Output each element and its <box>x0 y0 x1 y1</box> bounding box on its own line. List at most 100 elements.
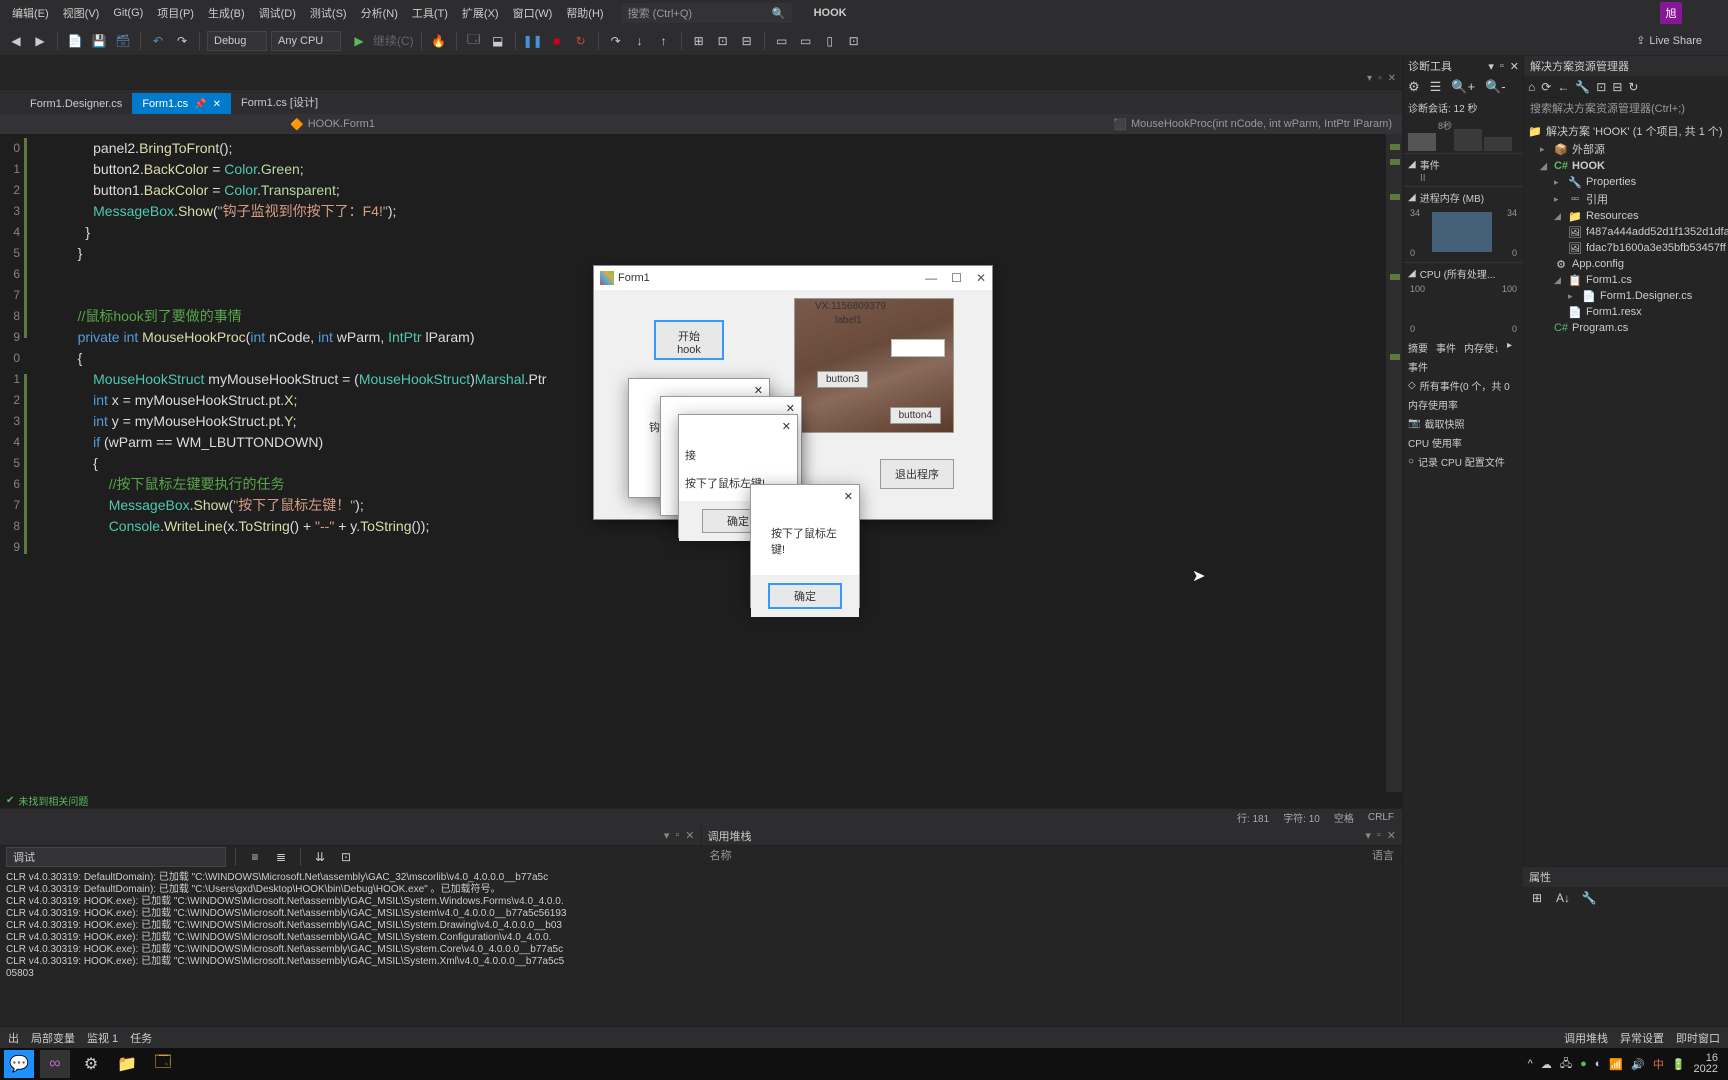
tab-form1-design[interactable]: Form1.cs [设计] <box>231 89 328 114</box>
menu-git[interactable]: Git(G) <box>107 4 149 22</box>
pause-icon[interactable]: ❚❚ <box>523 31 543 51</box>
close-icon[interactable]: ✕ <box>844 490 853 503</box>
ok-button[interactable]: 确定 <box>768 583 842 609</box>
button4[interactable]: button4 <box>890 407 941 424</box>
menu-help[interactable]: 帮助(H) <box>560 2 609 24</box>
restart-icon[interactable]: ↻ <box>571 31 591 51</box>
redo-icon[interactable]: ↷ <box>172 31 192 51</box>
cs-col-lang[interactable]: 语言 <box>1372 847 1394 863</box>
tab-exceptions[interactable]: 异常设置 <box>1620 1030 1664 1046</box>
tray-batt-icon[interactable]: 🔋 <box>1672 1058 1686 1071</box>
menu-debug[interactable]: 调试(D) <box>253 2 302 24</box>
tree-res-file1[interactable]: 🖼f487a444add52d1f1352d1dfa <box>1526 224 1726 240</box>
diag-close-icon[interactable]: ✕ <box>1510 60 1519 73</box>
expand-icon[interactable]: ◢ <box>1408 268 1416 279</box>
taskbar-settings-icon[interactable]: ⚙ <box>76 1050 106 1078</box>
diag-timeline[interactable]: 8秒 <box>1404 117 1523 153</box>
continue-label[interactable]: 继续(C) <box>373 31 414 51</box>
continue-icon[interactable]: ▶ <box>349 31 369 51</box>
output-content[interactable]: CLR v4.0.30319: DefaultDomain): 已加载 "C:\… <box>0 868 701 1026</box>
white-field[interactable] <box>891 339 945 357</box>
diag-tab-more-icon[interactable]: ▸ <box>1507 340 1512 355</box>
tree-form1-designer[interactable]: ▸📄Form1.Designer.cs <box>1526 288 1726 304</box>
fold-gutter[interactable] <box>28 134 46 792</box>
diag-list-icon[interactable]: ☰ <box>1430 79 1442 95</box>
tab-form1-designer[interactable]: Form1.Designer.cs <box>20 93 132 114</box>
maximize-icon[interactable]: ☐ <box>951 271 962 285</box>
diag-tab-mem[interactable]: 内存使↓ <box>1464 340 1499 355</box>
output-clear-icon[interactable]: ≡ <box>245 847 265 867</box>
menu-edit[interactable]: 编辑(E) <box>6 2 55 24</box>
tree-form1[interactable]: ◢📋Form1.cs <box>1526 272 1726 288</box>
tree-res-file2[interactable]: 🖼fdac7b1600a3e35bfb53457ff <box>1526 240 1726 256</box>
tray-net-icon[interactable]: 🖧 <box>1560 1055 1572 1074</box>
tree-resources[interactable]: ◢📁Resources <box>1526 208 1726 224</box>
config-combo[interactable]: Debug <box>207 31 267 51</box>
cs-pin-icon[interactable]: ▫ <box>1377 829 1381 842</box>
minimap[interactable] <box>1386 134 1402 792</box>
taskbar-app1-icon[interactable]: 💬 <box>4 1050 34 1078</box>
sol-home-icon[interactable]: ⌂ <box>1528 80 1535 94</box>
back-icon[interactable]: ◀ <box>6 31 26 51</box>
step-over-icon[interactable]: ↷ <box>606 31 626 51</box>
menu-window[interactable]: 窗口(W) <box>507 2 559 24</box>
sol-props-icon[interactable]: 🔧 <box>1575 80 1590 94</box>
line-ending[interactable]: CRLF <box>1368 812 1394 823</box>
tree-form1-resx[interactable]: 📄Form1.resx <box>1526 304 1726 320</box>
step-icon[interactable]: ⬓ <box>488 31 508 51</box>
form1-titlebar[interactable]: Form1 — ☐ ✕ <box>594 266 992 290</box>
start-hook-button[interactable]: 开始hook <box>654 320 724 360</box>
cpu-chart[interactable]: 100100 00 <box>1408 284 1519 334</box>
diag-row-record[interactable]: ○记录 CPU 配置文件 <box>1404 452 1523 471</box>
tray-icon-2[interactable]: ◐ <box>1595 1058 1602 1070</box>
save-icon[interactable]: 💾 <box>89 31 109 51</box>
sol-collapse-icon[interactable]: ⊟ <box>1612 80 1622 94</box>
cs-close-icon[interactable]: ✕ <box>1387 829 1396 842</box>
diag-zoomin-icon[interactable]: 🔍+ <box>1451 79 1475 95</box>
tb-icon-2[interactable]: ⊡ <box>713 31 733 51</box>
tab-immediate[interactable]: 即时窗口 <box>1676 1030 1720 1046</box>
expand-icon[interactable]: ◢ <box>1408 192 1416 203</box>
close-icon[interactable]: ✕ <box>754 384 763 397</box>
tab-locals[interactable]: 局部变量 <box>31 1030 75 1046</box>
sol-sync-icon[interactable]: ⟳ <box>1541 80 1551 94</box>
tray-up-icon[interactable]: ^ <box>1528 1058 1533 1070</box>
browse-icon[interactable]: 🗔 <box>464 31 484 51</box>
menu-tools[interactable]: 工具(T) <box>406 2 454 24</box>
panel-close2-icon[interactable]: ✕ <box>685 829 694 842</box>
undo-icon[interactable]: ↶ <box>148 31 168 51</box>
platform-combo[interactable]: Any CPU <box>271 31 341 51</box>
diag-pin-icon[interactable]: ▫ <box>1500 60 1504 73</box>
step-into-icon[interactable]: ↓ <box>630 31 650 51</box>
memory-chart[interactable]: 3434 00 <box>1408 208 1519 258</box>
live-share[interactable]: ⇪ Live Share <box>1636 34 1702 47</box>
tb-icon-1[interactable]: ⊞ <box>689 31 709 51</box>
close-icon[interactable]: ✕ <box>786 402 795 415</box>
menu-view[interactable]: 视图(V) <box>57 2 106 24</box>
new-icon[interactable]: 📄 <box>65 31 85 51</box>
tb-icon-4[interactable]: ▭ <box>772 31 792 51</box>
diag-row-snapshot[interactable]: 📷截取快照 <box>1404 414 1523 433</box>
taskbar-vs-icon[interactable]: ∞ <box>40 1050 70 1078</box>
tree-project-hook[interactable]: ◢C#HOOK <box>1526 158 1726 174</box>
diag-gear-icon[interactable]: ⚙ <box>1408 79 1420 95</box>
error-strip[interactable]: ✔ 未找到相关问题 <box>0 792 1402 808</box>
output-wrap-icon[interactable]: ≣ <box>271 847 291 867</box>
minimize-icon[interactable]: — <box>925 271 937 285</box>
panel-dd-icon[interactable]: ▾ <box>664 829 670 842</box>
output-opt-icon[interactable]: ⊡ <box>336 847 356 867</box>
tree-solution[interactable]: 📁解决方案 'HOOK' (1 个项目, 共 1 个) <box>1526 122 1726 140</box>
menu-analyze[interactable]: 分析(N) <box>355 2 404 24</box>
solution-tree[interactable]: 📁解决方案 'HOOK' (1 个项目, 共 1 个) ▸📦外部源 ◢C#HOO… <box>1524 118 1728 866</box>
output-source-combo[interactable]: 调试 <box>6 847 226 867</box>
breadcrumb-method[interactable]: MouseHookProc(int nCode, int wParm, IntP… <box>1131 118 1392 130</box>
tree-references[interactable]: ▸▫▫引用 <box>1526 190 1726 208</box>
menu-project[interactable]: 项目(P) <box>151 2 200 24</box>
tb-icon-3[interactable]: ⊟ <box>737 31 757 51</box>
panel-pin-icon[interactable]: ▫ <box>1378 73 1382 89</box>
diag-dd-icon[interactable]: ▾ <box>1488 60 1494 73</box>
tree-external[interactable]: ▸📦外部源 <box>1526 140 1726 158</box>
close-icon[interactable]: ✕ <box>782 420 791 433</box>
sol-refresh-icon[interactable]: ↻ <box>1628 80 1638 94</box>
diag-tab-events[interactable]: 事件 <box>1436 340 1456 355</box>
